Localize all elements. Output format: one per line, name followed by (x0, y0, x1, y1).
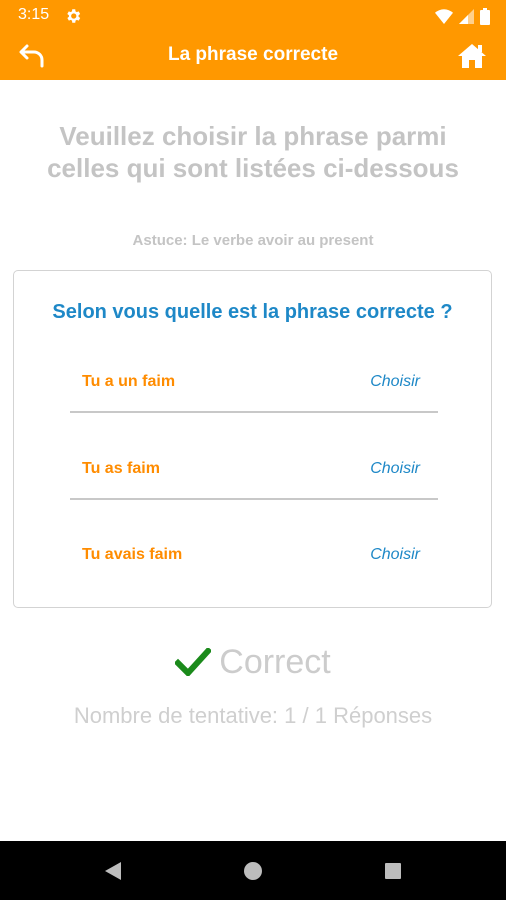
result-row: Correct (0, 642, 506, 682)
wifi-icon (435, 8, 453, 24)
attempts-text: Nombre de tentative: 1 / 1 Réponses (73, 703, 433, 728)
result-text: Correct (219, 642, 331, 681)
option-2[interactable]: Tu as faim Choisir (70, 450, 438, 490)
status-icons (435, 7, 490, 25)
checkmark-icon (175, 648, 212, 676)
option-text: Tu as faim (82, 460, 160, 477)
option-3[interactable]: Tu avais faim Choisir (70, 536, 438, 576)
recents-square-icon[interactable] (381, 859, 405, 883)
app-bar: La phrase correcte (0, 32, 506, 80)
option-divider (70, 498, 438, 500)
option-1[interactable]: Tu a un faim Choisir (70, 363, 438, 403)
gear-icon (67, 9, 81, 23)
question-card: Selon vous quelle est la phrase correcte… (13, 270, 492, 608)
option-text: Tu a un faim (82, 373, 176, 390)
home-circle-icon[interactable] (241, 859, 265, 883)
status-bar: 3:15 (0, 0, 506, 32)
instruction-text: Veuillez choisir la phrase parmi celles … (47, 121, 459, 183)
home-icon[interactable] (456, 42, 488, 70)
status-time: 3:15 (18, 6, 50, 23)
question-text: Selon vous quelle est la phrase correcte… (52, 301, 453, 323)
back-triangle-icon[interactable] (101, 859, 125, 883)
system-nav-bar (0, 841, 506, 900)
page-title: La phrase correcte (167, 44, 339, 65)
choose-button[interactable]: Choisir (370, 460, 420, 478)
hint-text: Astuce: Le verbe avoir au present (132, 232, 374, 249)
battery-icon (480, 7, 490, 25)
signal-icon (459, 8, 474, 24)
option-divider (70, 411, 438, 413)
option-text: Tu avais faim (82, 546, 183, 563)
choose-button[interactable]: Choisir (370, 373, 420, 391)
choose-button[interactable]: Choisir (370, 546, 420, 564)
